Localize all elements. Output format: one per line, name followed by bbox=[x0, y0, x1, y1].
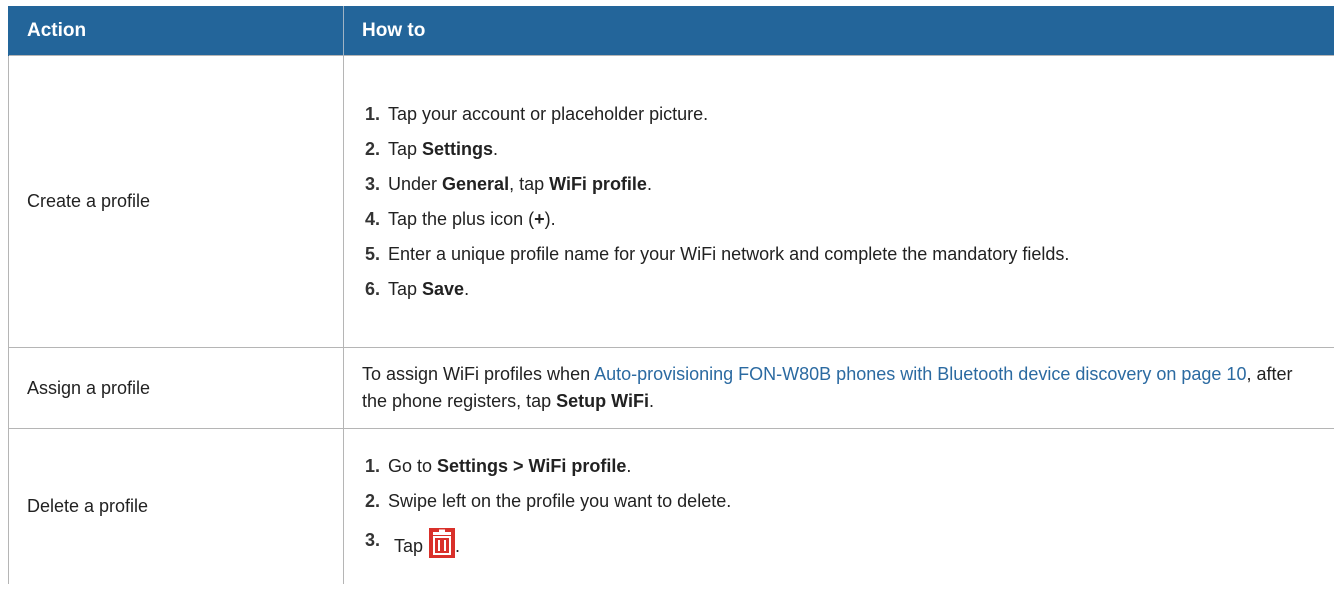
paragraph-bold-text: Setup WiFi bbox=[556, 391, 649, 411]
profile-actions-table: Action How to Create a profile 1. Tap you… bbox=[8, 6, 1334, 584]
step-number: 2. bbox=[365, 491, 381, 511]
list-item: 3. Under General, tap WiFi profile. bbox=[362, 172, 1316, 197]
step-text: . bbox=[646, 173, 652, 194]
action-cell: Assign a profile bbox=[8, 347, 344, 429]
table-header-row: Action How to bbox=[8, 6, 1334, 56]
step-text: . bbox=[493, 138, 499, 159]
list-item: 1. Tap your account or placeholder pictur… bbox=[362, 102, 1316, 127]
step-bold-text: WiFi profile bbox=[549, 173, 647, 194]
assign-paragraph: To assign WiFi profiles when Auto-provis… bbox=[362, 361, 1316, 415]
step-number: 3. bbox=[365, 530, 381, 550]
steps-list: 1. Go to Settings > WiFi profile. 2. Swipe… bbox=[362, 454, 1316, 559]
how-to-cell: To assign WiFi profiles when Auto-provis… bbox=[343, 347, 1334, 429]
step-number: 1. bbox=[365, 103, 381, 124]
how-to-cell: 1. Go to Settings > WiFi profile. 2. Swipe… bbox=[343, 428, 1334, 584]
step-bold-text: Settings bbox=[422, 138, 494, 159]
step-bold-text: Settings > WiFi profile bbox=[437, 456, 627, 476]
list-item: 3. Tap. bbox=[362, 528, 1316, 559]
how-to-cell: 1. Tap your account or placeholder pictur… bbox=[343, 55, 1334, 348]
list-item: 2. Tap Settings. bbox=[362, 137, 1316, 162]
step-text: Tap bbox=[388, 278, 423, 299]
list-item: 4. Tap the plus icon (+). bbox=[362, 207, 1316, 232]
list-item: 6. Tap Save. bbox=[362, 277, 1316, 302]
step-bold-text: Save bbox=[422, 278, 465, 299]
plus-icon: + bbox=[534, 208, 545, 229]
list-item: 1. Go to Settings > WiFi profile. bbox=[362, 454, 1316, 479]
column-header-how-to: How to bbox=[343, 6, 1334, 56]
trash-icon bbox=[429, 528, 456, 558]
step-text: Tap the plus icon ( bbox=[388, 208, 535, 229]
action-cell: Create a profile bbox=[8, 55, 344, 348]
step-number: 4. bbox=[365, 208, 381, 229]
table-row: Delete a profile 1. Go to Settings > WiFi… bbox=[8, 428, 1334, 584]
step-number: 2. bbox=[365, 138, 381, 159]
paragraph-text: To assign WiFi profiles when bbox=[362, 364, 595, 384]
step-number: 6. bbox=[365, 278, 381, 299]
action-cell: Delete a profile bbox=[8, 428, 344, 584]
paragraph-text: . bbox=[648, 391, 654, 411]
step-text: . bbox=[626, 456, 632, 476]
step-text: ). bbox=[544, 208, 556, 229]
step-number: 5. bbox=[365, 243, 381, 264]
step-text: . bbox=[455, 536, 461, 556]
step-number: 1. bbox=[365, 456, 381, 476]
step-text: Go to bbox=[388, 456, 438, 476]
step-text: Under bbox=[388, 173, 443, 194]
step-text: , tap bbox=[509, 173, 550, 194]
list-item: 2. Swipe left on the profile you want to … bbox=[362, 489, 1316, 514]
steps-list: 1. Tap your account or placeholder pictur… bbox=[362, 102, 1316, 302]
step-text: . bbox=[464, 278, 470, 299]
auto-provisioning-link[interactable]: Auto-provisioning FON-W80B phones with B… bbox=[594, 364, 1246, 384]
column-header-action: Action bbox=[8, 6, 344, 56]
step-text: Enter a unique profile name for your WiF… bbox=[388, 243, 1070, 264]
step-text: Swipe left on the profile you want to de… bbox=[388, 491, 732, 511]
list-item: 5. Enter a unique profile name for your W… bbox=[362, 242, 1316, 267]
table-row: Create a profile 1. Tap your account or p… bbox=[8, 55, 1334, 348]
step-bold-text: General bbox=[442, 173, 510, 194]
step-text: Tap bbox=[388, 138, 423, 159]
step-text: Tap your account or placeholder picture. bbox=[388, 103, 709, 124]
table-row: Assign a profile To assign WiFi profiles… bbox=[8, 347, 1334, 429]
step-text: Tap bbox=[394, 536, 424, 556]
step-number: 3. bbox=[365, 173, 381, 194]
